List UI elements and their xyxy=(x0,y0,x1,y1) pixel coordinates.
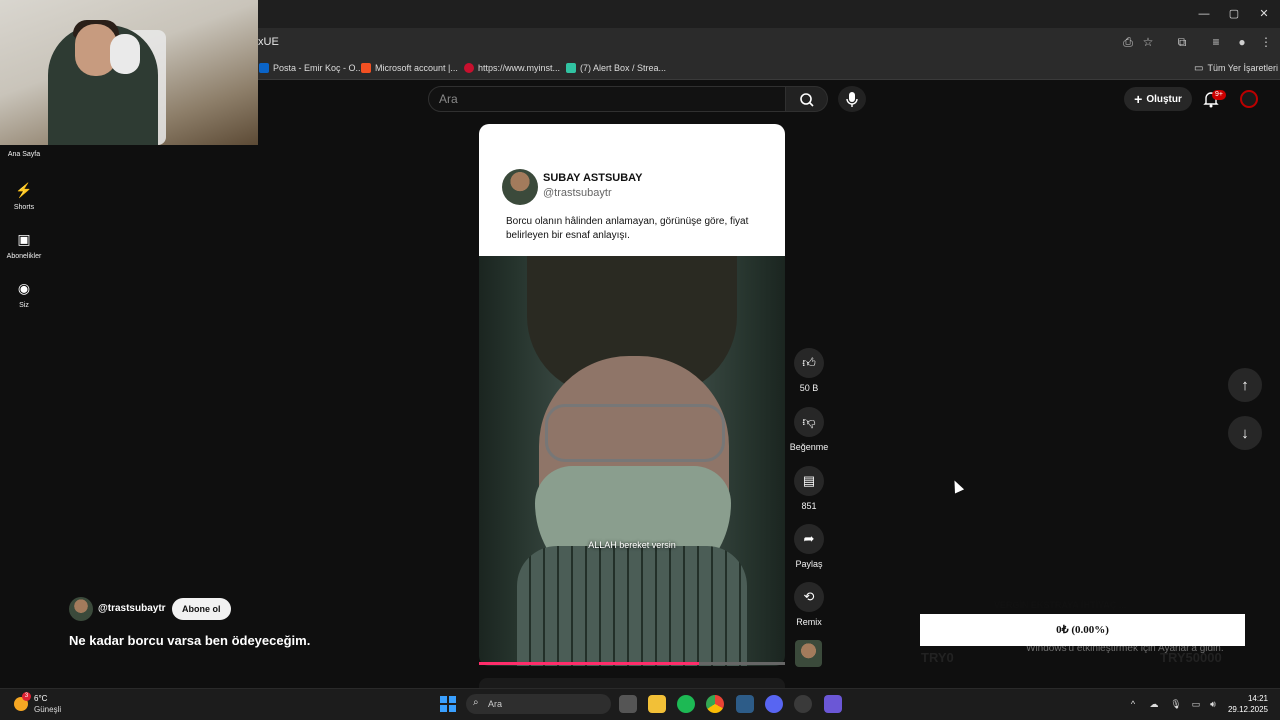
tweet-avatar xyxy=(502,169,538,205)
network-icon[interactable]: ▭ xyxy=(1190,698,1202,710)
comment-icon: ▤ xyxy=(794,466,824,496)
tweet-text: Borcu olanın hâlinden anlamayan, görünüş… xyxy=(506,216,749,241)
mouse-cursor xyxy=(949,478,965,494)
video-frame[interactable] xyxy=(479,256,785,666)
user-icon: ◉ xyxy=(17,280,31,296)
minimize-icon[interactable]: — xyxy=(1196,6,1212,22)
notification-badge: 9+ xyxy=(1212,90,1226,100)
install-icon[interactable]: ⎙ xyxy=(1120,34,1136,50)
bookmark-item[interactable]: Microsoft account |... xyxy=(361,60,458,76)
start-button[interactable] xyxy=(440,696,456,712)
mic-icon[interactable]: 🎙︎ xyxy=(1170,698,1182,710)
spotify-icon[interactable] xyxy=(677,695,695,713)
thumbs-up-icon: 👍︎ xyxy=(794,348,824,378)
task-view-icon[interactable] xyxy=(619,695,637,713)
donation-goal-min: TRY0 xyxy=(921,650,954,665)
subscriptions-icon: ▣ xyxy=(17,231,31,247)
webcam-overlay xyxy=(0,0,258,145)
video-progress-bar[interactable] xyxy=(479,662,785,665)
onedrive-icon[interactable]: ☁ xyxy=(1148,698,1160,710)
plus-icon: + xyxy=(1134,91,1143,107)
search-input[interactable]: Ara xyxy=(428,86,786,112)
share-button[interactable]: ➦ Paylaş xyxy=(792,524,826,569)
clock-time[interactable]: 14:21 xyxy=(1238,694,1268,703)
donation-goal-title: VERGİN EKSTRAYA İHTİYAÇ ... xyxy=(994,600,1127,610)
tweet-author-handle: @trastsubaytr xyxy=(543,187,612,199)
chrome-icon[interactable] xyxy=(706,695,724,713)
video-progress-fill xyxy=(479,662,700,665)
weather-condition: Güneşli xyxy=(34,705,62,714)
close-icon[interactable]: ✕ xyxy=(1256,6,1272,22)
arrow-up-icon: ↑ xyxy=(1241,376,1249,394)
voice-search-button[interactable] xyxy=(838,86,866,112)
microsoft-icon xyxy=(361,63,371,73)
media-icon[interactable]: ≡ xyxy=(1208,34,1224,50)
discord-icon[interactable] xyxy=(765,695,783,713)
next-short-preview xyxy=(479,678,785,688)
dislike-button[interactable]: 👎︎ Beğenme xyxy=(790,407,828,452)
tweet-author-name: SUBAY ASTSUBAY xyxy=(543,172,643,184)
search-button[interactable] xyxy=(786,86,828,112)
weather-badge: 3 xyxy=(22,692,31,701)
tweet-card: SUBAY ASTSUBAY @trastsubaytr Borcu olanı… xyxy=(479,124,785,256)
folder-icon: ▭ xyxy=(1194,62,1204,74)
sidebar-item-home[interactable]: Ana Sayfa xyxy=(0,145,48,158)
remix-icon: ⟲ xyxy=(794,582,824,612)
thumbs-down-icon: 👎︎ xyxy=(794,407,824,437)
site-icon xyxy=(464,63,474,73)
taskbar-search[interactable]: Ara xyxy=(466,694,611,714)
search-icon xyxy=(800,93,814,107)
sidebar-item-subscriptions[interactable]: ▣ Abonelikler xyxy=(0,230,48,260)
remix-button[interactable]: ⟲ Remix xyxy=(792,582,826,627)
like-button[interactable]: 👍︎ 50 B xyxy=(792,348,826,393)
menu-icon[interactable]: ⋮ xyxy=(1258,34,1274,50)
profile-icon[interactable]: ● xyxy=(1234,34,1250,50)
streamelements-icon xyxy=(566,63,576,73)
url-text[interactable]: xUE xyxy=(258,36,279,48)
shorts-icon: ⚡ xyxy=(15,182,33,198)
share-icon: ➦ xyxy=(794,524,824,554)
donation-goal-bar: 0₺ (0.00%) xyxy=(920,614,1245,646)
avatar[interactable] xyxy=(1240,90,1258,108)
mic-icon xyxy=(846,92,858,107)
maximize-icon[interactable]: ▢ xyxy=(1226,6,1242,22)
weather-temperature: 6°C xyxy=(34,694,48,703)
chevron-up-icon[interactable]: ^ xyxy=(1127,698,1139,710)
star-icon[interactable]: ☆ xyxy=(1140,34,1156,50)
channel-avatar[interactable] xyxy=(69,597,93,621)
steam-icon[interactable] xyxy=(736,695,754,713)
all-bookmarks[interactable]: ▭ Tüm Yer İşaretleri xyxy=(1194,60,1278,76)
search-icon: ⌕ xyxy=(473,697,479,708)
clock-date[interactable]: 29.12.2025 xyxy=(1222,705,1268,714)
bookmark-item[interactable]: https://www.myinst... xyxy=(464,60,560,76)
obs-icon[interactable] xyxy=(794,695,812,713)
app-icon[interactable] xyxy=(824,695,842,713)
comments-button[interactable]: ▤ 851 xyxy=(792,466,826,511)
create-button[interactable]: + Oluştur xyxy=(1124,87,1192,111)
file-explorer-icon[interactable] xyxy=(648,695,666,713)
short-title: Ne kadar borcu varsa ben ödeyeceğim. xyxy=(69,633,311,648)
bookmark-item[interactable]: (7) Alert Box / Strea... xyxy=(566,60,666,76)
channel-handle[interactable]: @trastsubaytr xyxy=(98,603,166,614)
arrow-down-icon: ↓ xyxy=(1241,424,1249,442)
taskbar xyxy=(0,688,1280,720)
short-video-card[interactable]: SUBAY ASTSUBAY @trastsubaytr Borcu olanı… xyxy=(479,124,785,666)
volume-icon[interactable]: 🔊︎ xyxy=(1207,698,1219,710)
bookmark-item[interactable]: Posta - Emir Koç - O... xyxy=(259,60,363,76)
sidebar-item-you[interactable]: ◉ Siz xyxy=(0,279,48,309)
previous-short-button[interactable]: ↑ xyxy=(1228,368,1262,402)
video-subtitle: ALLAH bereket versin xyxy=(588,540,676,550)
subscribe-button[interactable]: Abone ol xyxy=(172,598,231,620)
extensions-icon[interactable]: ⧉ xyxy=(1174,34,1190,50)
sound-thumbnail[interactable] xyxy=(795,640,822,667)
sidebar-item-shorts[interactable]: ⚡ Shorts xyxy=(0,181,48,211)
mail-icon xyxy=(259,63,269,73)
next-short-button[interactable]: ↓ xyxy=(1228,416,1262,450)
